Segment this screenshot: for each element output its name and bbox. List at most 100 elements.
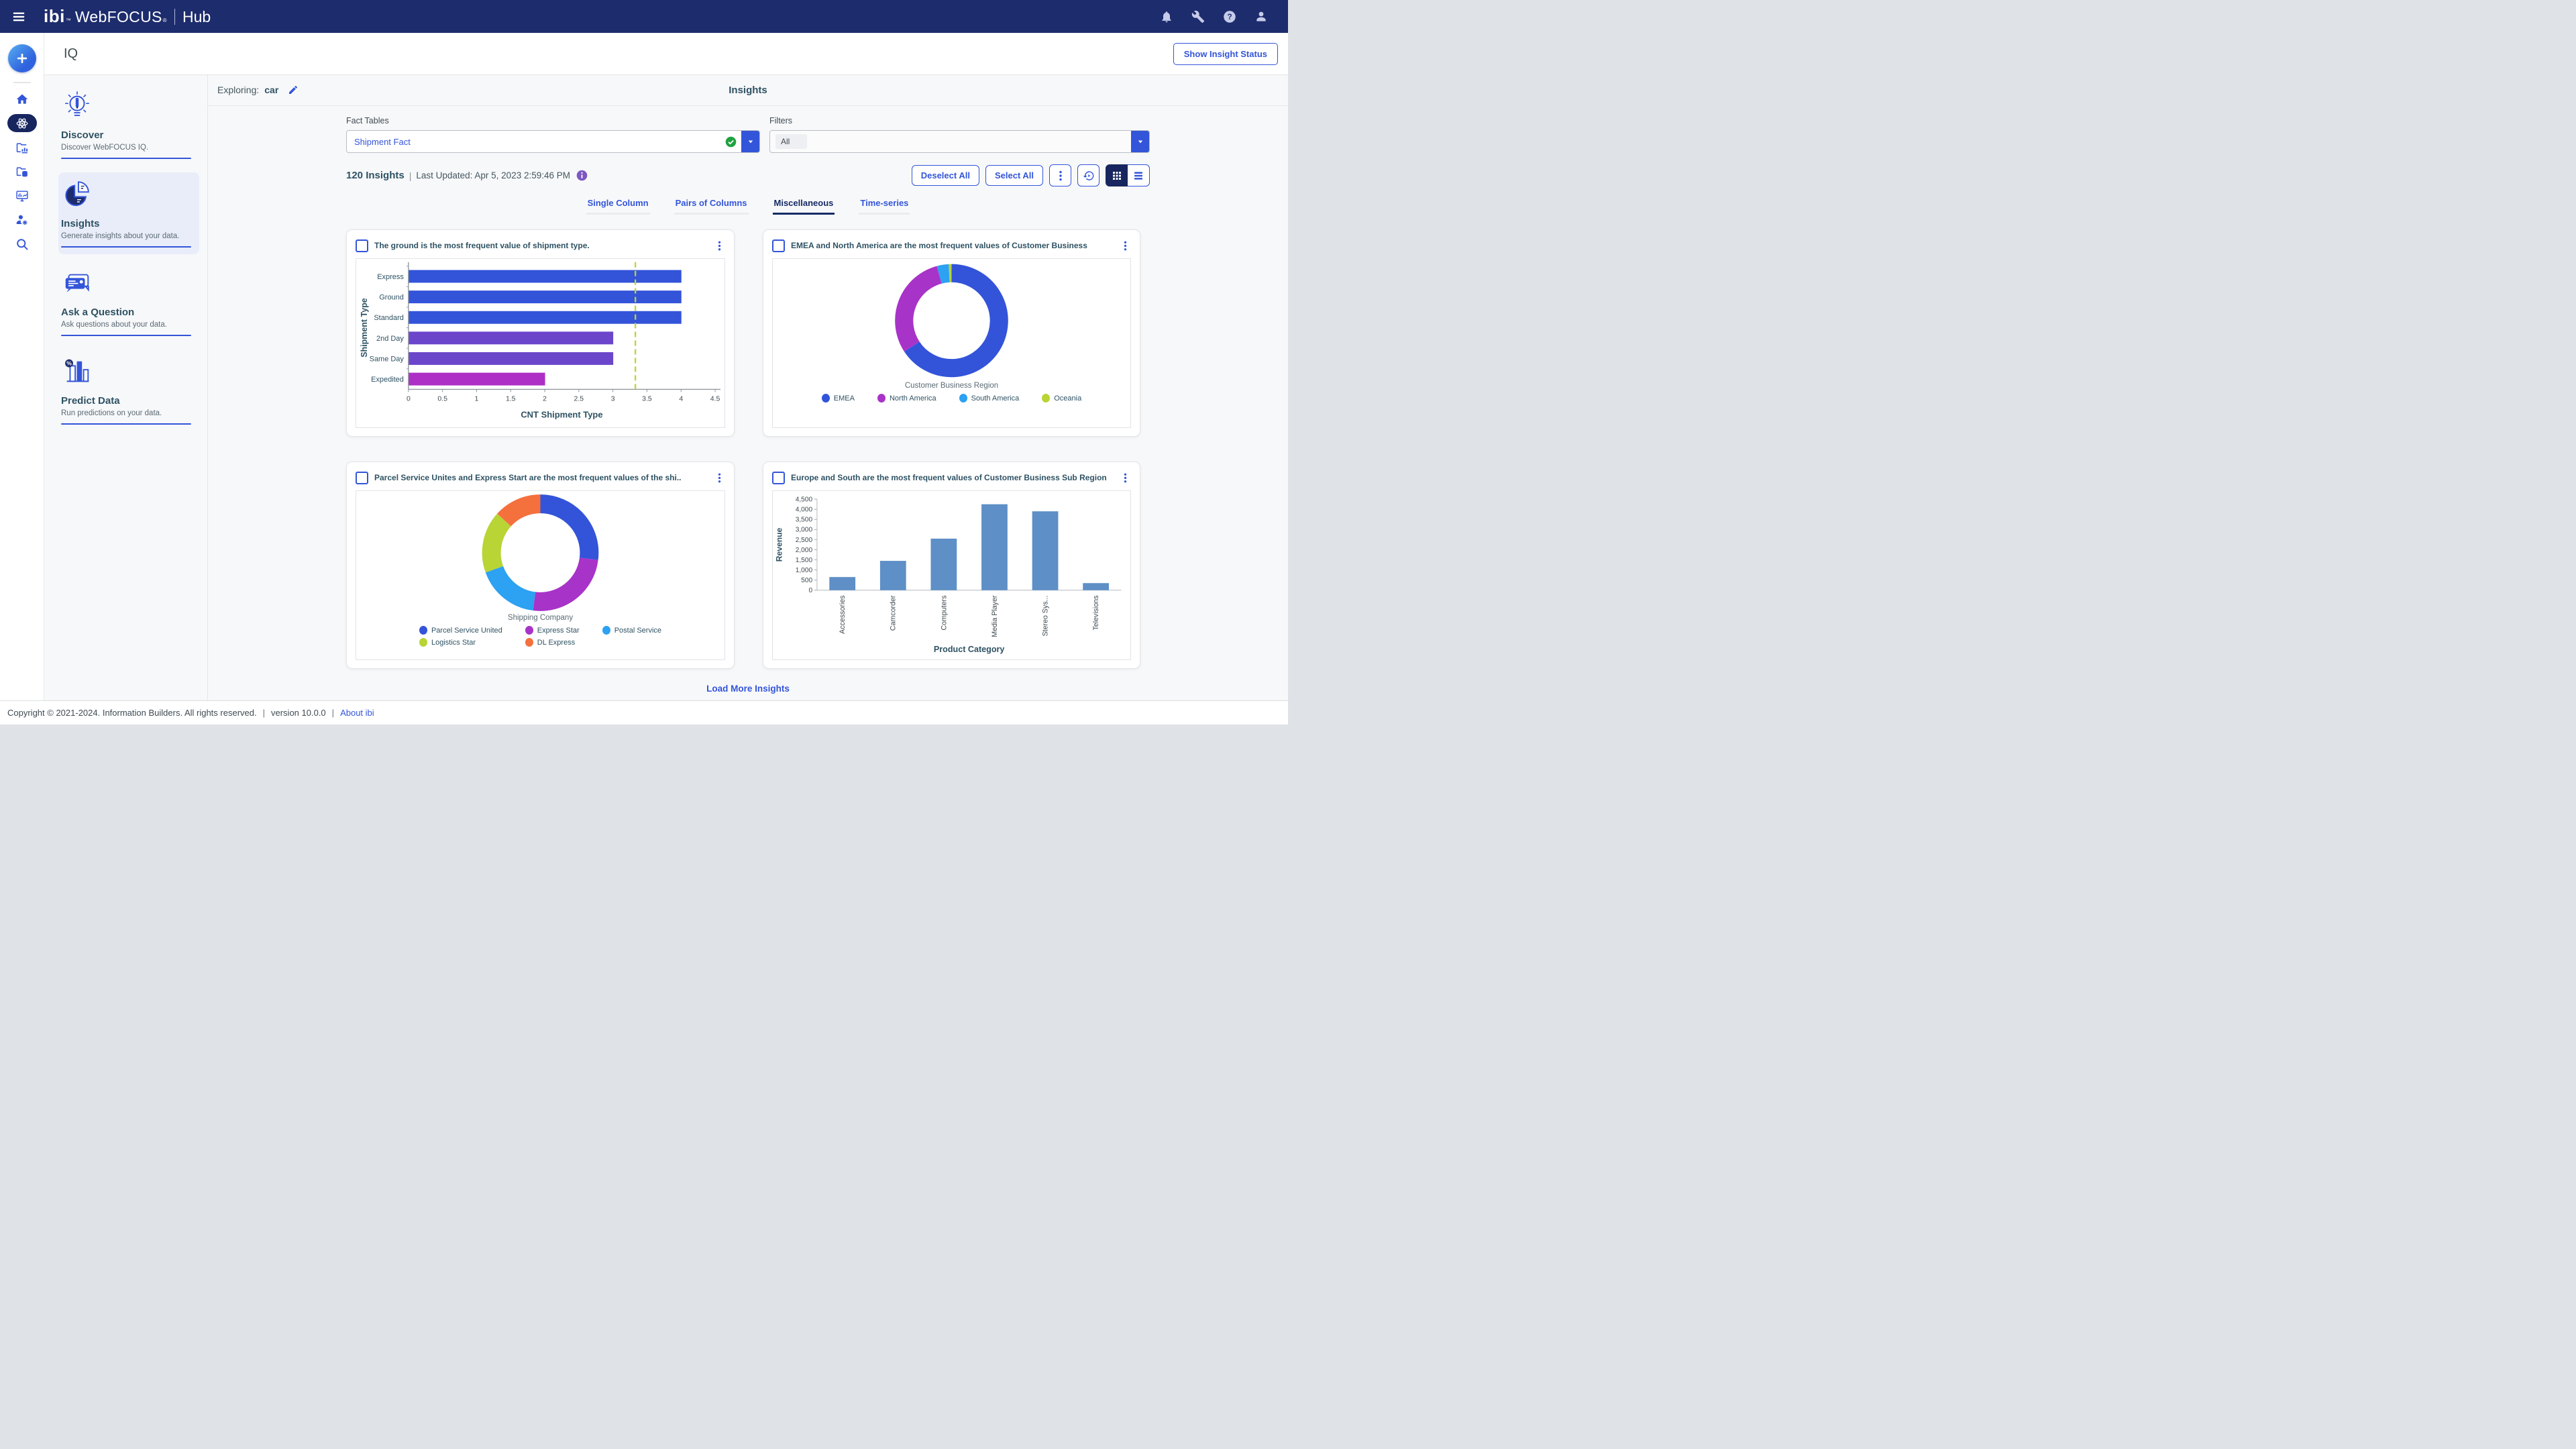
history-button[interactable] (1077, 164, 1099, 186)
deselect-all-button[interactable]: Deselect All (912, 165, 979, 186)
svg-text:1,500: 1,500 (796, 557, 813, 564)
chevron-down-icon (1136, 137, 1145, 146)
grid-icon (1111, 170, 1123, 182)
home-icon (15, 93, 29, 106)
add-button[interactable] (8, 44, 36, 72)
about-ibi-link[interactable]: About ibi (340, 708, 374, 718)
rail-item-folder-database[interactable] (7, 162, 37, 180)
filters-label: Filters (769, 116, 1150, 125)
svg-text:4,000: 4,000 (796, 506, 813, 514)
insight-cards: The ground is the most frequent value of… (346, 229, 1150, 669)
svg-text:500: 500 (801, 577, 812, 584)
fact-tables-dropdown-button[interactable] (741, 131, 759, 152)
rail-item-folder-chart[interactable] (7, 138, 37, 156)
remove-filter-icon[interactable] (794, 138, 802, 146)
svg-text:Expedited: Expedited (371, 376, 404, 384)
donut-axis-label: Shipping Company (508, 614, 573, 622)
svg-text:3.5: 3.5 (642, 395, 652, 402)
user-gear-icon (15, 213, 29, 227)
tab-miscellaneous[interactable]: Miscellaneous (773, 197, 835, 215)
tab-pairs-of-columns[interactable]: Pairs of Columns (674, 197, 749, 215)
grid-view-button[interactable] (1106, 164, 1128, 186)
bell-icon[interactable] (1160, 10, 1173, 23)
card-checkbox[interactable] (772, 472, 785, 484)
edit-pencil-icon[interactable] (288, 85, 299, 95)
more-options-button[interactable] (1049, 164, 1071, 186)
insight-card: The ground is the most frequent value of… (346, 229, 735, 437)
kebab-icon[interactable] (714, 240, 725, 252)
list-view-button[interactable] (1128, 164, 1150, 186)
show-insight-status-button[interactable]: Show Insight Status (1173, 43, 1278, 65)
card-title: The ground is the most frequent value of… (374, 241, 708, 250)
hamburger-menu-icon[interactable] (11, 9, 26, 24)
panel-item-predict-data[interactable]: %Predict DataRun predictions on your dat… (58, 350, 199, 431)
card-header: EMEA and North America are the most freq… (772, 237, 1131, 254)
svg-text:?: ? (1227, 13, 1232, 21)
folder-database-icon (15, 165, 29, 178)
panel-item-discover[interactable]: DiscoverDiscover WebFOCUS IQ. (58, 84, 199, 166)
svg-text:4.5: 4.5 (710, 395, 720, 402)
legend-swatch (822, 394, 830, 402)
legend-swatch (525, 626, 533, 635)
pie-chart-icon (61, 179, 93, 210)
legend-item: Postal Service (602, 626, 661, 635)
filter-chip-all[interactable]: All (775, 134, 807, 149)
rail-item-search[interactable] (7, 235, 37, 253)
filters-select[interactable]: All (769, 130, 1150, 153)
legend-item: Express Star (525, 626, 580, 635)
svg-text:Accessories: Accessories (839, 596, 847, 634)
card-checkbox[interactable] (356, 472, 368, 484)
insights-divider: | (409, 170, 412, 181)
fact-tables-select[interactable]: Shipment Fact (346, 130, 760, 153)
insight-card: Parcel Service Unites and Express Start … (346, 462, 735, 669)
search-icon (15, 237, 29, 251)
chat-bubbles-icon (61, 268, 93, 299)
insight-card: Europe and South are the most frequent v… (763, 462, 1140, 669)
view-toggle (1106, 164, 1150, 186)
list-icon (1132, 170, 1144, 182)
chevron-down-icon (746, 137, 755, 146)
rail-item-user-gear[interactable] (7, 211, 37, 229)
app-root: ibi ™ WebFOCUS ® Hub ? IQ Show Insight S… (0, 0, 1288, 724)
rail-item-monitor[interactable] (7, 186, 37, 205)
legend-label: Oceania (1054, 394, 1081, 402)
panel-item-underline (61, 246, 191, 248)
info-icon[interactable] (576, 170, 588, 181)
filters-dropdown-button[interactable] (1131, 131, 1149, 152)
legend-swatch (419, 626, 427, 635)
tab-time-series[interactable]: Time-series (859, 197, 910, 215)
svg-text:Standard: Standard (374, 314, 404, 322)
version-text: version 10.0.0 (271, 708, 326, 718)
svg-text:Shipment Type: Shipment Type (360, 298, 369, 358)
help-icon[interactable]: ? (1223, 10, 1236, 23)
svg-text:3,000: 3,000 (796, 527, 813, 534)
load-more-link[interactable]: Load More Insights (706, 684, 790, 694)
panel-item-underline (61, 335, 191, 336)
card-checkbox[interactable] (772, 239, 785, 252)
svg-text:1.5: 1.5 (506, 395, 516, 402)
tools-icon[interactable] (1191, 10, 1205, 23)
tab-single-column[interactable]: Single Column (586, 197, 650, 215)
card-header: Europe and South are the most frequent v… (772, 470, 1131, 486)
panel-item-ask-a-question[interactable]: Ask a QuestionAsk questions about your d… (58, 261, 199, 343)
kebab-icon[interactable] (1120, 472, 1131, 484)
svg-text:3,500: 3,500 (796, 517, 813, 524)
footer-divider: | (332, 708, 334, 718)
card-checkbox[interactable] (356, 239, 368, 252)
kebab-icon[interactable] (1120, 240, 1131, 252)
legend-item: North America (877, 394, 936, 402)
brand-hub: Hub (182, 8, 211, 26)
panel-item-underline (61, 423, 191, 425)
insights-actions: Deselect All Select All (912, 164, 1150, 186)
rail-item-atom[interactable] (7, 114, 37, 132)
legend-label: EMEA (834, 394, 855, 402)
kebab-icon[interactable] (714, 472, 725, 484)
svg-text:Ground: Ground (379, 294, 404, 302)
rail-item-home[interactable] (7, 90, 37, 108)
card-header: Parcel Service Unites and Express Start … (356, 470, 725, 486)
user-icon[interactable] (1254, 10, 1268, 23)
panel-item-subtitle: Generate insights about your data. (61, 232, 191, 240)
panel-item-insights[interactable]: InsightsGenerate insights about your dat… (58, 172, 199, 254)
content-column: Fact Tables Shipment Fact Filters All (346, 116, 1150, 695)
select-all-button[interactable]: Select All (985, 165, 1043, 186)
